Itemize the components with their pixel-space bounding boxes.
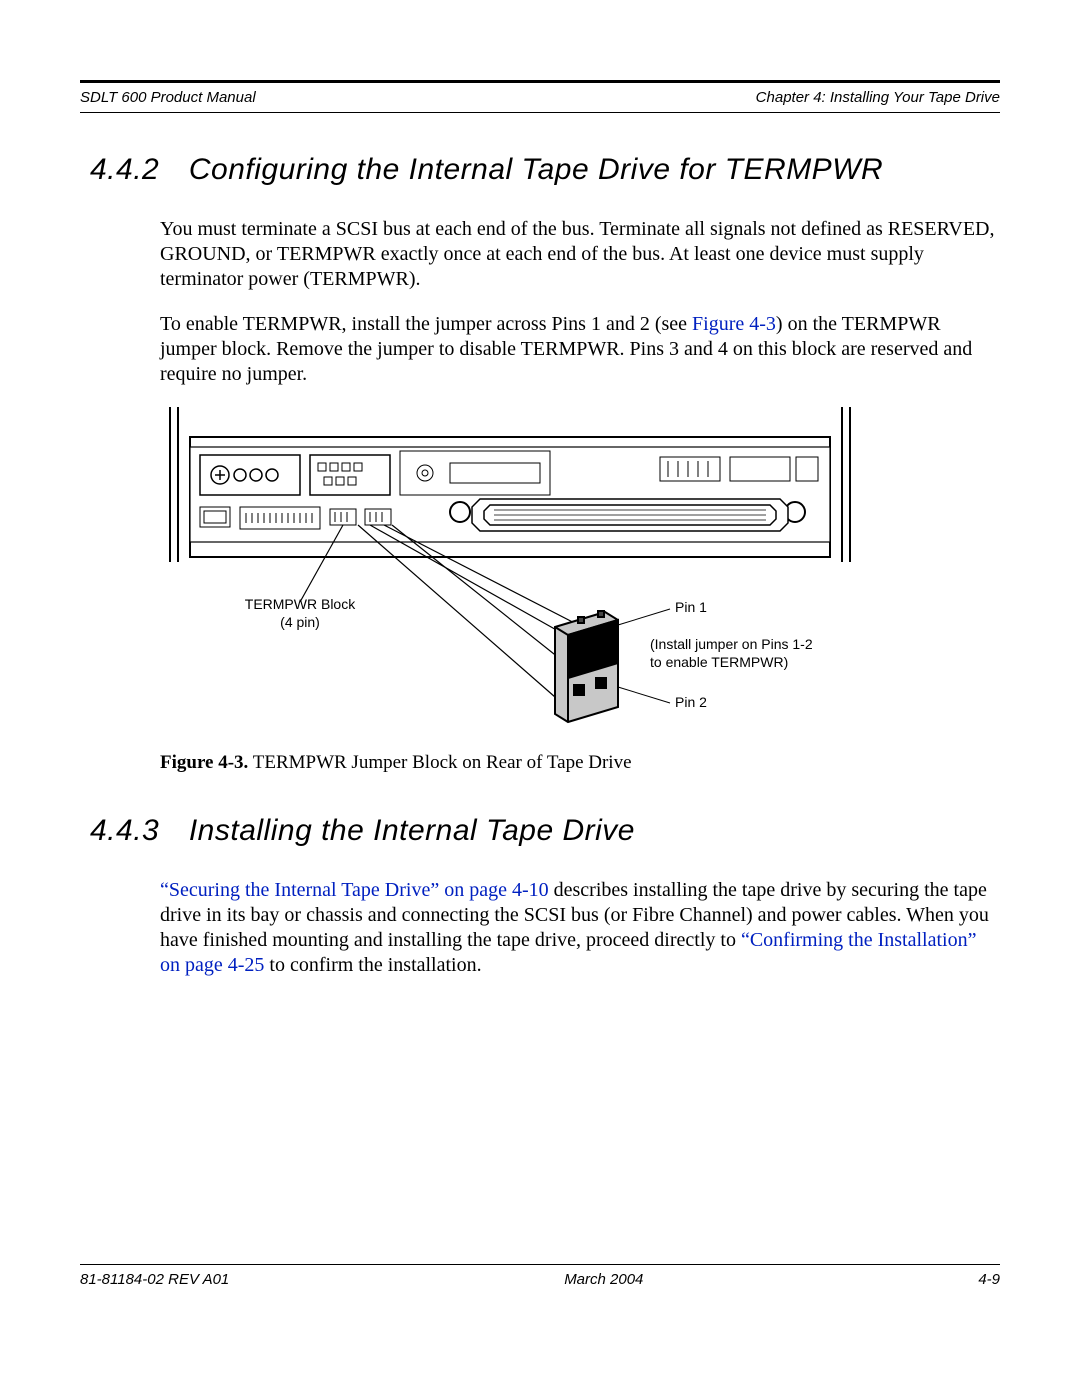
header-right: Chapter 4: Installing Your Tape Drive <box>756 89 1000 106</box>
label-install-l2: to enable TERMPWR) <box>650 654 788 670</box>
label-termpwr-block-l1: TERMPWR Block <box>245 596 356 612</box>
heading-4-4-2: 4.4.2 Configuring the Internal Tape Driv… <box>90 153 1000 187</box>
footer-left: 81-81184-02 REV A01 <box>80 1271 229 1288</box>
figure-caption: Figure 4-3. TERMPWR Jumper Block on Rear… <box>160 752 1000 774</box>
heading-number: 4.4.3 <box>90 814 180 848</box>
para-442-1: You must terminate a SCSI bus at each en… <box>160 217 1000 292</box>
link-figure-4-3[interactable]: Figure 4-3 <box>692 313 776 335</box>
para-442-2: To enable TERMPWR, install the jumper ac… <box>160 312 1000 387</box>
label-pin-2: Pin 2 <box>675 694 707 710</box>
footer-right: 4-9 <box>978 1271 1000 1288</box>
header-left: SDLT 600 Product Manual <box>80 89 256 106</box>
heading-title: Configuring the Internal Tape Drive for … <box>189 153 883 186</box>
footer-center: March 2004 <box>564 1271 643 1288</box>
label-termpwr-block-l2: (4 pin) <box>280 614 320 630</box>
top-heavy-rule <box>80 80 1000 83</box>
running-header: SDLT 600 Product Manual Chapter 4: Insta… <box>80 89 1000 112</box>
heading-4-4-3: 4.4.3 Installing the Internal Tape Drive <box>90 814 1000 848</box>
para-442-2a: To enable TERMPWR, install the jumper ac… <box>160 313 692 335</box>
figure-4-3: TERMPWR Block (4 pin) Pin 1 (Install jum… <box>160 407 1000 742</box>
heading-title: Installing the Internal Tape Drive <box>189 814 635 847</box>
label-install-l1: (Install jumper on Pins 1-2 <box>650 636 813 652</box>
figure-svg: TERMPWR Block (4 pin) Pin 1 (Install jum… <box>160 407 860 737</box>
link-securing-drive[interactable]: “Securing the Internal Tape Drive” on pa… <box>160 879 549 901</box>
label-pin-1: Pin 1 <box>675 599 707 615</box>
heading-number: 4.4.2 <box>90 153 180 187</box>
para-443-1: “Securing the Internal Tape Drive” on pa… <box>160 878 1000 978</box>
para-443-b: to confirm the installation. <box>264 954 481 976</box>
footer-gap <box>80 998 1000 1258</box>
page: SDLT 600 Product Manual Chapter 4: Insta… <box>0 0 1080 1328</box>
figure-caption-text: TERMPWR Jumper Block on Rear of Tape Dri… <box>253 752 632 773</box>
figure-caption-bold: Figure 4-3. <box>160 752 248 773</box>
header-hairline <box>80 112 1000 113</box>
running-footer: 81-81184-02 REV A01 March 2004 4-9 <box>80 1265 1000 1288</box>
